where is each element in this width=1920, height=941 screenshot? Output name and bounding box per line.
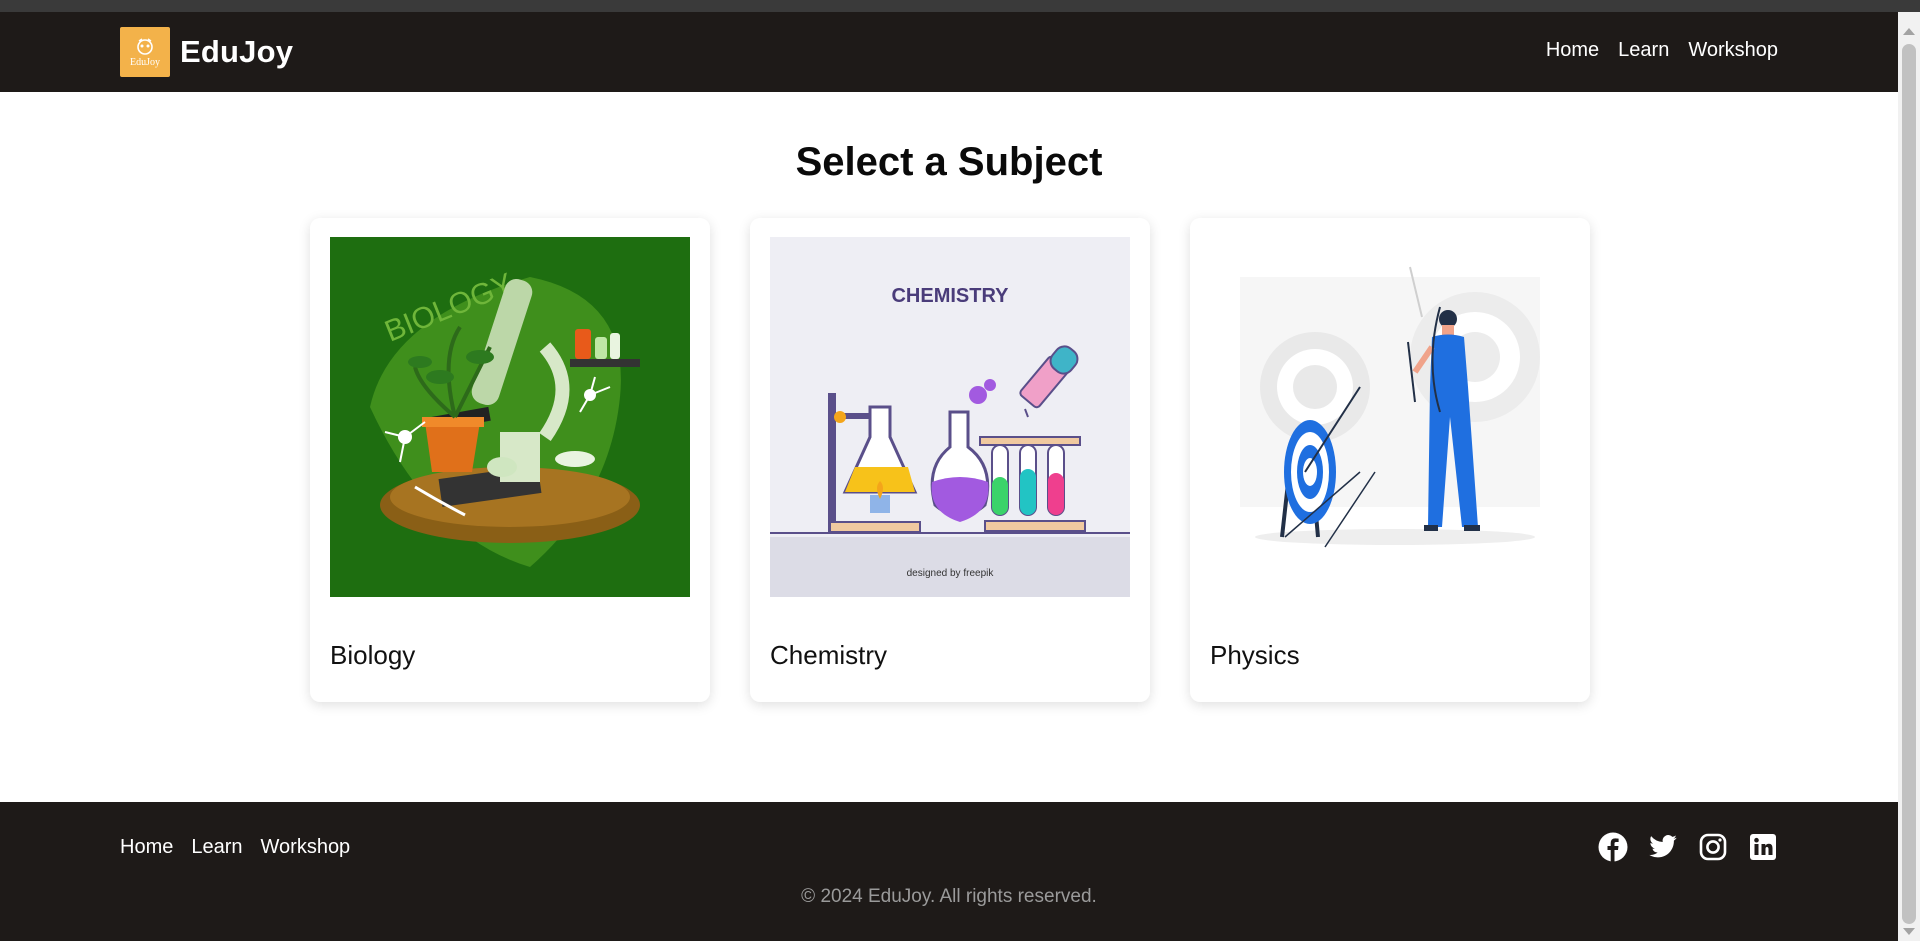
header-nav: Home Learn Workshop <box>1546 39 1778 62</box>
nav-learn[interactable]: Learn <box>1618 39 1669 62</box>
navbar: EduJoy EduJoy Home Learn Workshop <box>0 12 1898 92</box>
footer: Home Learn Workshop © 2024 EduJoy. All r… <box>0 802 1898 941</box>
nav-workshop[interactable]: Workshop <box>1688 39 1778 62</box>
biology-illustration: BIOLOGY <box>330 237 690 597</box>
browser-top-strip <box>0 0 1920 12</box>
instagram-icon[interactable] <box>1698 832 1728 862</box>
card-biology[interactable]: BIOLOGY Biology <box>310 218 710 702</box>
scroll-thumb[interactable] <box>1902 44 1916 924</box>
twitter-icon[interactable] <box>1648 832 1678 862</box>
facebook-icon[interactable] <box>1598 832 1628 862</box>
card-label-physics: Physics <box>1210 640 1300 670</box>
nav-home[interactable]: Home <box>1546 39 1599 62</box>
card-chemistry[interactable]: CHEMISTRY designed by freepik Chemistry <box>750 218 1150 702</box>
footer-link-home[interactable]: Home <box>120 836 173 859</box>
chemistry-image-credit: designed by freepik <box>907 568 995 579</box>
physics-illustration <box>1210 237 1570 597</box>
card-physics[interactable]: Physics <box>1190 218 1590 702</box>
card-label-biology: Biology <box>330 640 416 670</box>
page-title: Select a Subject <box>795 140 1103 184</box>
subject-cards: BIOLOGY Biology CHEMISTRY designed by fr… <box>310 218 1590 702</box>
scrollbar[interactable] <box>1898 12 1920 941</box>
footer-link-workshop[interactable]: Workshop <box>261 836 351 859</box>
brand[interactable]: EduJoy EduJoy <box>120 27 293 77</box>
linkedin-icon[interactable] <box>1748 832 1778 862</box>
card-label-chemistry: Chemistry <box>770 640 888 670</box>
social-links <box>1598 832 1778 862</box>
footer-nav: Home Learn Workshop <box>120 836 350 859</box>
chemistry-illustration: CHEMISTRY designed by freepik <box>770 237 1130 597</box>
scroll-down-arrow-icon[interactable] <box>1903 928 1915 935</box>
scroll-up-arrow-icon[interactable] <box>1903 28 1915 35</box>
owl-icon <box>137 38 153 55</box>
logo[interactable]: EduJoy <box>120 27 170 77</box>
footer-link-learn[interactable]: Learn <box>191 836 242 859</box>
chemistry-image-label: CHEMISTRY <box>891 285 1009 307</box>
copyright: © 2024 EduJoy. All rights reserved. <box>801 886 1097 907</box>
logo-text: EduJoy <box>130 57 160 68</box>
brand-name[interactable]: EduJoy <box>180 34 293 70</box>
